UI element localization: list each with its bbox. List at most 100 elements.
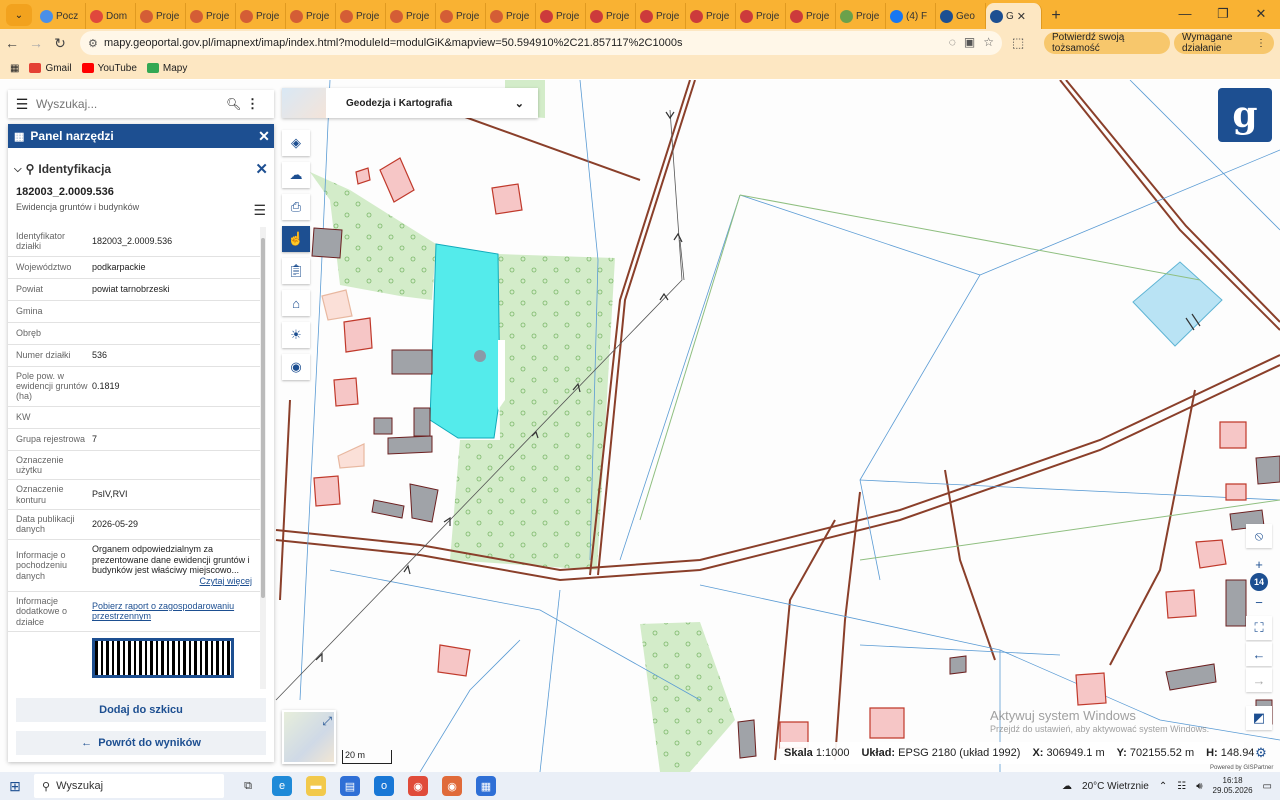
- notepad-icon[interactable]: ▦: [476, 776, 496, 796]
- windows-start-icon[interactable]: ⊞: [0, 778, 30, 795]
- list-menu-icon[interactable]: ☰: [253, 202, 266, 219]
- chevron-down-icon[interactable]: ⌄: [515, 97, 524, 110]
- next-view-icon[interactable]: →: [1246, 668, 1272, 692]
- browser-tab[interactable]: Proje: [736, 3, 786, 29]
- layer-subtitle-text: Ewidencja gruntów i budynków: [16, 202, 140, 212]
- task-view-icon[interactable]: ⧉: [238, 776, 258, 796]
- report-link[interactable]: Pobierz raport o zagospodarowaniu przest…: [92, 601, 234, 622]
- attribute-row: Data publikacji danych 2026-05-29: [8, 510, 260, 540]
- disable-location-icon[interactable]: ⦸: [1246, 524, 1272, 548]
- identify-hand-icon[interactable]: ☝: [282, 226, 310, 252]
- home-search-icon[interactable]: ⌂: [282, 290, 310, 316]
- more-options-icon[interactable]: ⋮: [246, 96, 260, 112]
- settings-gear-icon[interactable]: ⚙: [1248, 741, 1274, 765]
- file-explorer-icon[interactable]: ▬: [306, 776, 326, 796]
- add-to-sketch-button[interactable]: Dodaj do szkicu: [16, 698, 266, 722]
- clock[interactable]: 16:18 29.05.2026: [1213, 776, 1253, 797]
- weather-text[interactable]: 20°C Wietrznie: [1082, 781, 1149, 792]
- identity-button[interactable]: Potwierdź swoją tożsamość: [1044, 32, 1170, 54]
- tab-search-button[interactable]: ⌄: [6, 4, 32, 26]
- browser-tab[interactable]: Proje: [386, 3, 436, 29]
- tray-chevron-icon[interactable]: ⌃: [1159, 781, 1167, 792]
- theme-selector[interactable]: Geodezja i Kartografia ⌄: [282, 88, 538, 118]
- cloud-upload-icon[interactable]: ☁: [282, 162, 310, 188]
- taskbar-search[interactable]: ⚲ Wyszukaj: [34, 774, 224, 798]
- taskbar-search-label: Wyszukaj: [56, 780, 104, 792]
- search-icon[interactable]: 🔍︎: [226, 97, 246, 111]
- identification-header[interactable]: ⌵ ⚲ Identyfikacja ✕: [8, 156, 274, 182]
- bookmark-item[interactable]: YouTube: [81, 63, 137, 74]
- browser-tab[interactable]: Proje: [136, 3, 186, 29]
- browser-tab[interactable]: Proje: [486, 3, 536, 29]
- forward-icon[interactable]: →: [24, 35, 48, 51]
- address-bar[interactable]: ⚙ mapy.geoportal.gov.pl/imapnext/imap/in…: [80, 31, 1002, 55]
- browser-tab[interactable]: Proje: [686, 3, 736, 29]
- print-icon[interactable]: ⎙: [282, 194, 310, 220]
- browser-tab[interactable]: Proje: [336, 3, 386, 29]
- active-browser-tab[interactable]: G ✕: [986, 3, 1042, 29]
- browser-tab[interactable]: Proje: [436, 3, 486, 29]
- attribute-table[interactable]: Identyfikator działki 182003_2.0009.536 Wo…: [8, 227, 260, 695]
- browser-tab[interactable]: Proje: [586, 3, 636, 29]
- outlook-icon[interactable]: o: [374, 776, 394, 796]
- cast-icon[interactable]: ▣: [964, 35, 975, 49]
- map-search-input[interactable]: [36, 97, 226, 111]
- chrome-profile-icon[interactable]: ◉: [442, 776, 462, 796]
- browser-tab[interactable]: Proje: [536, 3, 586, 29]
- eye-off-icon[interactable]: ◌: [949, 35, 956, 49]
- volume-icon[interactable]: 🔊︎: [1196, 781, 1202, 792]
- scrollbar-thumb[interactable]: [261, 238, 265, 598]
- crs-readout[interactable]: Układ: EPSG 2180 (układ 1992): [861, 747, 1020, 759]
- close-tab-icon[interactable]: ✕: [1017, 10, 1026, 23]
- apps-icon[interactable]: ▦: [10, 63, 19, 74]
- site-info-icon[interactable]: ⚙: [88, 37, 104, 50]
- weather-icon[interactable]: ☁: [1062, 781, 1072, 792]
- bookmark-star-icon[interactable]: ☆: [983, 35, 994, 49]
- browser-tab[interactable]: Pocz: [36, 3, 86, 29]
- browser-tab[interactable]: Dom: [86, 3, 136, 29]
- previous-view-icon[interactable]: ←: [1246, 642, 1272, 666]
- clipboard-icon[interactable]: 📋︎: [282, 258, 310, 284]
- network-icon[interactable]: ☷: [1177, 781, 1186, 792]
- overview-map[interactable]: ⤢: [282, 710, 336, 764]
- browser-tab[interactable]: Proje: [786, 3, 836, 29]
- edge-icon[interactable]: e: [272, 776, 292, 796]
- close-panel-icon[interactable]: ✕: [254, 128, 274, 145]
- sunrise-icon[interactable]: ☀: [282, 322, 310, 348]
- hamburger-menu-icon[interactable]: ☰: [8, 96, 36, 113]
- notifications-icon[interactable]: ▭: [1263, 781, 1272, 792]
- measure-icon[interactable]: ◩: [1246, 706, 1272, 730]
- restore-button[interactable]: ❐: [1204, 0, 1242, 29]
- expand-icon[interactable]: ⤢: [322, 714, 332, 729]
- browser-tab[interactable]: Proje: [636, 3, 686, 29]
- attribute-value: 0.1819: [92, 380, 120, 391]
- layers-icon[interactable]: ◈: [282, 130, 310, 156]
- extensions-icon[interactable]: ⬚: [1012, 35, 1024, 51]
- store-icon[interactable]: ▤: [340, 776, 360, 796]
- chrome-icon[interactable]: ◉: [408, 776, 428, 796]
- read-more-link[interactable]: Czytaj więcej: [92, 576, 252, 587]
- close-identification-icon[interactable]: ✕: [255, 160, 268, 178]
- browser-tab[interactable]: Proje: [286, 3, 336, 29]
- browser-tab[interactable]: Geo: [936, 3, 986, 29]
- browser-tab[interactable]: (4) F: [886, 3, 936, 29]
- browser-tab[interactable]: Proje: [836, 3, 886, 29]
- fullscreen-icon[interactable]: ⛶: [1246, 616, 1272, 640]
- back-to-results-button[interactable]: ← Powrót do wyników: [16, 731, 266, 755]
- close-window-button[interactable]: ✕: [1242, 0, 1280, 29]
- back-icon[interactable]: ←: [0, 35, 24, 51]
- browser-tab[interactable]: Proje: [236, 3, 286, 29]
- chevron-down-icon[interactable]: ⌵: [14, 164, 22, 175]
- bookmark-item[interactable]: Mapy: [146, 63, 187, 74]
- geoportal-logo[interactable]: g: [1218, 88, 1272, 142]
- reload-icon[interactable]: ↻: [48, 35, 72, 52]
- tab-favicon-icon: [590, 9, 603, 23]
- camera-icon[interactable]: ◉: [282, 354, 310, 380]
- new-tab-button[interactable]: +: [1042, 3, 1070, 29]
- zoom-out-button[interactable]: −: [1246, 590, 1272, 614]
- action-required-button[interactable]: Wymagane działanie ⋮: [1174, 32, 1274, 54]
- browser-tab[interactable]: Proje: [186, 3, 236, 29]
- minimize-button[interactable]: —: [1166, 0, 1204, 29]
- bookmark-item[interactable]: Gmail: [29, 63, 72, 74]
- scale-readout[interactable]: Skala 1:1000: [784, 747, 849, 759]
